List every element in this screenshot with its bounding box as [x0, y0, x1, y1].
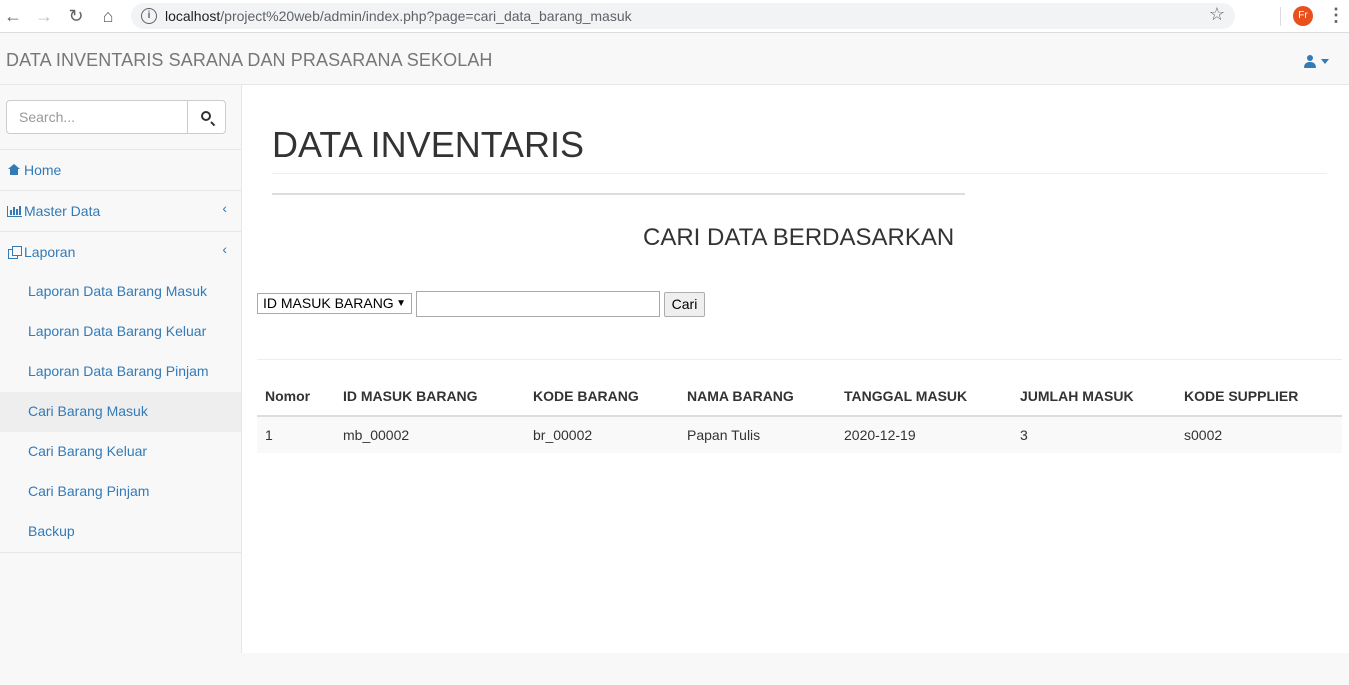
- divider: [257, 359, 1342, 360]
- home-icon: [8, 164, 20, 175]
- bookmark-star-icon[interactable]: ☆: [1209, 4, 1225, 25]
- main-content: DATA INVENTARIS CARI DATA BERDASARKAN ID…: [242, 85, 1349, 653]
- chevron-left-icon: ‹: [222, 241, 227, 257]
- address-bar[interactable]: i localhost/project%20web/admin/index.ph…: [131, 3, 1235, 29]
- chevron-left-icon: ‹: [222, 200, 227, 216]
- sidebar-subitem-label: Laporan Data Barang Masuk: [28, 283, 207, 299]
- divider: [272, 193, 965, 195]
- forward-arrow-icon[interactable]: →: [33, 5, 55, 27]
- table-cell: Papan Tulis: [679, 416, 836, 453]
- table-cell: s0002: [1176, 416, 1342, 453]
- column-header: Nomor: [257, 377, 335, 417]
- column-header: ID MASUK BARANG: [335, 377, 525, 417]
- sidebar-item-laporan[interactable]: Laporan ‹: [0, 232, 241, 273]
- sidebar: Home Master Data ‹ Laporan ‹ Laporan Dat…: [0, 85, 242, 653]
- column-header: JUMLAH MASUK: [1012, 377, 1176, 417]
- results-table: Nomor ID MASUK BARANG KODE BARANG NAMA B…: [257, 377, 1342, 453]
- sidebar-subitem-laporan-masuk[interactable]: Laporan Data Barang Masuk: [0, 272, 241, 312]
- sidebar-subitem-cari-masuk[interactable]: Cari Barang Masuk: [0, 392, 241, 432]
- sidebar-subitem-cari-keluar[interactable]: Cari Barang Keluar: [0, 432, 241, 472]
- sidebar-subitem-label: Cari Barang Keluar: [28, 443, 148, 459]
- sidebar-divider: [0, 552, 241, 553]
- table-cell: 3: [1012, 416, 1176, 453]
- search-input[interactable]: [6, 100, 188, 134]
- sidebar-subitem-backup[interactable]: Backup: [0, 512, 241, 552]
- page-title: DATA INVENTARIS: [272, 124, 585, 165]
- cari-button[interactable]: Cari: [664, 292, 705, 317]
- browser-toolbar: ← → ↻ ⌂ i localhost/project%20web/admin/…: [0, 0, 1349, 33]
- home-page-icon[interactable]: ⌂: [97, 5, 119, 27]
- toolbar-divider: [1280, 7, 1281, 26]
- page-bottom-area: [0, 653, 1349, 685]
- sidebar-search: [0, 85, 241, 150]
- sidebar-subitem-label: Laporan Data Barang Keluar: [28, 323, 207, 339]
- column-header: TANGGAL MASUK: [836, 377, 1012, 417]
- navbar-brand[interactable]: DATA INVENTARIS SARANA DAN PRASARANA SEK…: [6, 50, 493, 71]
- user-menu-toggle[interactable]: [1304, 52, 1329, 68]
- filter-field-select[interactable]: ID MASUK BARANG ▼: [257, 293, 412, 314]
- sidebar-subitem-laporan-pinjam[interactable]: Laporan Data Barang Pinjam: [0, 352, 241, 392]
- back-arrow-icon[interactable]: ←: [2, 5, 24, 27]
- sidebar-subitem-label: Laporan Data Barang Pinjam: [28, 363, 209, 379]
- search-subtitle: CARI DATA BERDASARKAN: [643, 224, 955, 251]
- url-host: localhost: [165, 8, 221, 24]
- sidebar-item-label: Home: [24, 162, 62, 178]
- bar-chart-icon: [7, 206, 22, 217]
- column-header: NAMA BARANG: [679, 377, 836, 417]
- user-icon: [1304, 54, 1316, 68]
- search-icon: [201, 111, 211, 121]
- page-header: DATA INVENTARIS: [272, 125, 1327, 174]
- filter-value-input[interactable]: [416, 291, 660, 317]
- sidebar-subitem-laporan-keluar[interactable]: Laporan Data Barang Keluar: [0, 312, 241, 352]
- dropdown-arrow-icon: ▼: [396, 298, 406, 309]
- sidebar-subitem-label: Cari Barang Masuk: [28, 403, 148, 419]
- table-header-row: Nomor ID MASUK BARANG KODE BARANG NAMA B…: [257, 377, 1342, 417]
- column-header: KODE BARANG: [525, 377, 679, 417]
- table-cell: 1: [257, 416, 335, 453]
- search-button[interactable]: [187, 100, 226, 134]
- profile-avatar[interactable]: Fr: [1293, 6, 1313, 26]
- sidebar-subitem-label: Backup: [28, 523, 75, 539]
- table-row: 1 mb_00002 br_00002 Papan Tulis 2020-12-…: [257, 416, 1342, 453]
- info-icon[interactable]: i: [141, 8, 157, 24]
- sidebar-item-master-data[interactable]: Master Data ‹: [0, 191, 241, 232]
- sidebar-item-label: Master Data: [24, 203, 101, 219]
- app-navbar: DATA INVENTARIS SARANA DAN PRASARANA SEK…: [0, 34, 1349, 85]
- sidebar-item-label: Laporan: [24, 244, 76, 260]
- table-cell: br_00002: [525, 416, 679, 453]
- browser-menu-icon[interactable]: ⋮: [1327, 4, 1345, 26]
- sidebar-item-home[interactable]: Home: [0, 150, 241, 191]
- url-path: /project%20web/admin/index.php?page=cari…: [220, 8, 632, 24]
- table-cell: mb_00002: [335, 416, 525, 453]
- url-text[interactable]: localhost/project%20web/admin/index.php?…: [165, 8, 632, 24]
- column-header: KODE SUPPLIER: [1176, 377, 1342, 417]
- sidebar-subitem-label: Cari Barang Pinjam: [28, 483, 150, 499]
- table-cell: 2020-12-19: [836, 416, 1012, 453]
- report-icon: [8, 246, 22, 259]
- sidebar-subitem-cari-pinjam[interactable]: Cari Barang Pinjam: [0, 472, 241, 512]
- reload-icon[interactable]: ↻: [65, 5, 87, 27]
- caret-down-icon: [1321, 58, 1329, 64]
- filter-selected-option: ID MASUK BARANG: [263, 295, 394, 311]
